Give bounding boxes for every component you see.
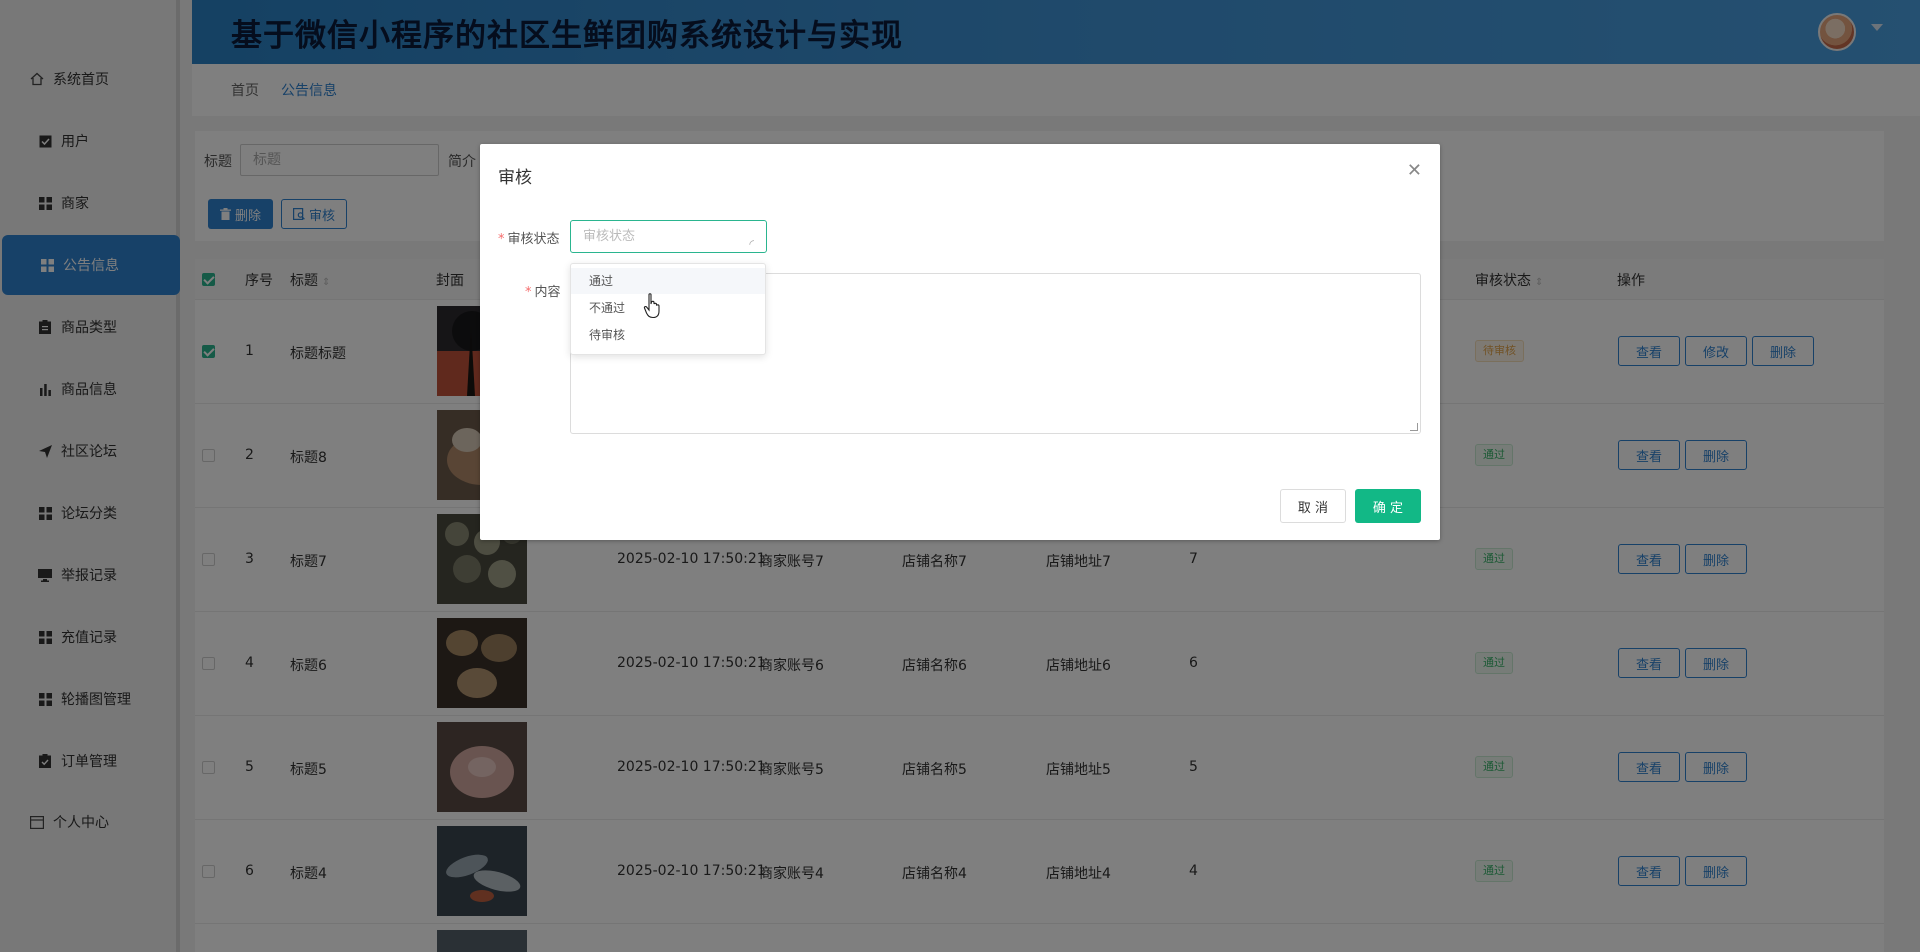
confirm-button[interactable]: 确 定 [1355, 489, 1421, 523]
dialog-title: 审核 [498, 168, 532, 188]
audit-status-label-text: 审核状态 [507, 232, 560, 247]
audit-status-placeholder: 审核状态 [583, 229, 636, 244]
required-mark: * [525, 285, 532, 300]
content-label: * 内容 [525, 281, 561, 300]
resize-handle[interactable] [1410, 423, 1418, 431]
hand-cursor-icon [643, 293, 660, 319]
required-mark: * [498, 232, 505, 247]
loading-icon: ◜ [749, 237, 754, 251]
close-icon[interactable]: ✕ [1407, 160, 1422, 181]
dropdown-option-pending[interactable]: 待审核 [571, 322, 765, 348]
content-label-text: 内容 [534, 285, 561, 300]
audit-status-label: * 审核状态 [498, 228, 560, 247]
dropdown-option-rejected[interactable]: 不通过 [571, 295, 765, 321]
audit-status-dropdown: 通过 不通过 待审核 [570, 263, 766, 355]
dropdown-option-approved[interactable]: 通过 [571, 268, 765, 294]
cancel-button[interactable]: 取 消 [1280, 489, 1346, 523]
audit-status-select[interactable]: 审核状态 ◜ [570, 220, 767, 253]
